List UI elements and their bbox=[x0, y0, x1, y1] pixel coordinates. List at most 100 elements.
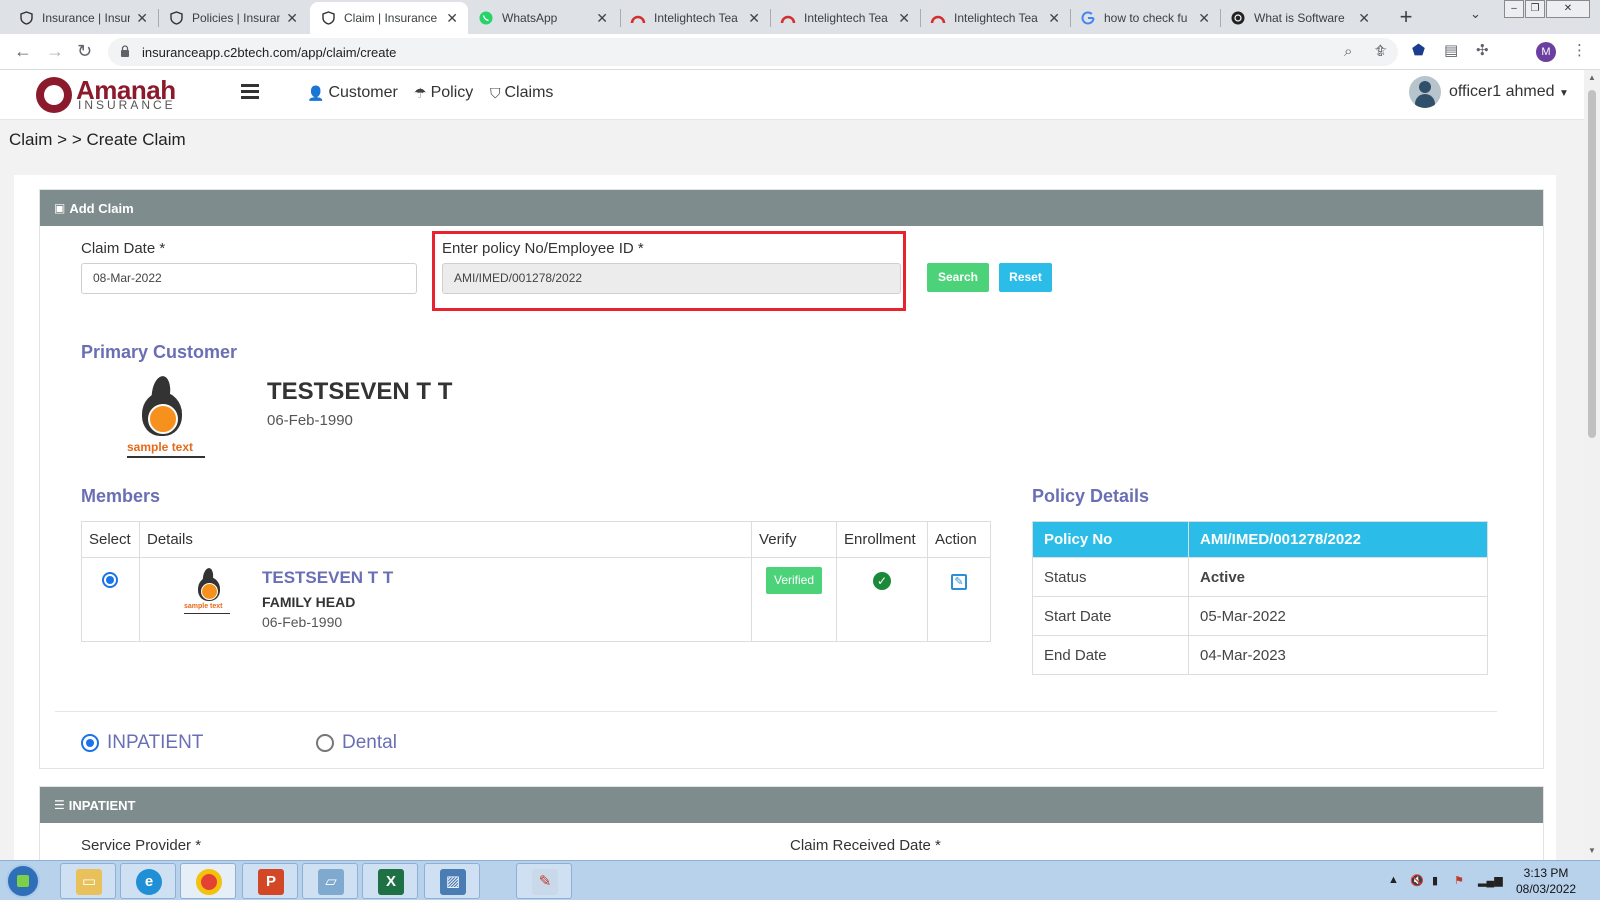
powerpoint-icon: P bbox=[258, 869, 284, 895]
taskbar-paint[interactable]: ✎ bbox=[516, 863, 572, 899]
browser-tab[interactable]: What is Software ✕ bbox=[1220, 2, 1380, 34]
menu-kebab-icon[interactable]: ⋮ bbox=[1572, 43, 1587, 59]
details-cell: sample text TESTSEVEN T T FAMILY HEAD 06… bbox=[138, 557, 753, 642]
browser-tab[interactable]: WhatsApp ✕ bbox=[468, 2, 618, 34]
scroll-down-icon[interactable]: ▼ bbox=[1588, 846, 1596, 855]
system-clock[interactable]: 3:13 PM 08/03/2022 bbox=[1516, 865, 1576, 897]
battery-icon[interactable]: ▮ bbox=[1432, 874, 1438, 887]
whatsapp-icon bbox=[478, 10, 494, 26]
member-relation: FAMILY HEAD bbox=[261, 594, 356, 610]
close-icon[interactable]: ✕ bbox=[286, 10, 298, 27]
edit-icon[interactable]: ✎ bbox=[950, 574, 967, 590]
profile-avatar[interactable]: M bbox=[1536, 42, 1556, 62]
select-cell bbox=[81, 557, 140, 642]
extensions-puzzle-icon[interactable]: ✣ bbox=[1476, 43, 1489, 59]
logo-mark bbox=[36, 77, 72, 113]
browser-tab[interactable]: Intelightech Tea ✕ bbox=[770, 2, 920, 34]
tray-expand-icon[interactable]: ▲ bbox=[1388, 874, 1399, 886]
taskbar-notes[interactable]: ▱ bbox=[302, 863, 358, 899]
web-icon bbox=[1230, 10, 1246, 26]
windows-taskbar: ▭ e P ▱ X ▨ ✎ ▲ 🔇 ▮ ⚑ ▂▄▆ 3:13 PM 08/03/… bbox=[0, 860, 1600, 900]
bookmark-star-icon[interactable]: ☆ bbox=[1374, 43, 1387, 59]
member-name[interactable]: TESTSEVEN T T bbox=[262, 568, 393, 588]
member-photo: sample text bbox=[180, 567, 236, 618]
close-window-button[interactable]: ✕ bbox=[1546, 0, 1590, 18]
customer-name: TESTSEVEN T T bbox=[267, 378, 453, 405]
reload-icon[interactable]: ↻ bbox=[77, 42, 92, 60]
extension-shield-icon[interactable]: ⬟ bbox=[1412, 43, 1425, 59]
volume-muted-icon[interactable]: 🔇 bbox=[1410, 874, 1424, 887]
col-select: Select bbox=[81, 521, 140, 558]
new-tab-button[interactable]: + bbox=[1392, 3, 1420, 31]
members-table-header: Select Details Verify Enrollment Action bbox=[81, 521, 992, 558]
claim-card: ▣ Add Claim Claim Date * 08-Mar-2022 Ent… bbox=[14, 175, 1556, 860]
browser-address-bar: ← → ↻ insuranceapp.c2btech.com/app/claim… bbox=[0, 34, 1600, 70]
amanah-logo[interactable]: Amanah INSURANCE bbox=[36, 75, 196, 115]
tab-search-icon[interactable]: ⌄ bbox=[1470, 6, 1481, 22]
start-button[interactable] bbox=[6, 864, 40, 898]
user-menu[interactable]: officer1 ahmed ▼ bbox=[1449, 83, 1569, 101]
forward-icon[interactable]: → bbox=[46, 42, 64, 60]
back-icon[interactable]: ← bbox=[14, 42, 32, 60]
network-error-icon[interactable]: ⚑ bbox=[1454, 874, 1464, 887]
close-icon[interactable]: ✕ bbox=[446, 10, 458, 27]
user-avatar[interactable] bbox=[1409, 76, 1441, 108]
member-select-radio[interactable] bbox=[102, 572, 119, 588]
claim-type-inpatient[interactable]: INPATIENT bbox=[81, 732, 203, 754]
taskbar-excel[interactable]: X bbox=[362, 863, 418, 899]
nav-customer[interactable]: 👤 Customer bbox=[307, 84, 398, 102]
scroll-up-icon[interactable]: ▲ bbox=[1588, 73, 1596, 82]
close-icon[interactable]: ✕ bbox=[1198, 10, 1210, 27]
col-details: Details bbox=[138, 521, 753, 558]
inpatient-header: ☰ INPATIENT bbox=[40, 787, 1543, 823]
signal-icon[interactable]: ▂▄▆ bbox=[1478, 874, 1503, 887]
browser-tab[interactable]: Intelightech Tea ✕ bbox=[620, 2, 770, 34]
intelightech-icon bbox=[780, 10, 796, 26]
hamburger-menu-icon[interactable] bbox=[241, 84, 259, 99]
umbrella-icon: ☂ bbox=[414, 84, 427, 101]
page-scrollbar[interactable]: ▲ ▼ bbox=[1584, 70, 1600, 860]
members-title: Members bbox=[81, 486, 161, 506]
close-icon[interactable]: ✕ bbox=[596, 10, 608, 27]
reset-button[interactable]: Reset bbox=[999, 263, 1052, 292]
close-icon[interactable]: ✕ bbox=[1358, 10, 1370, 27]
browser-tab[interactable]: how to check fu ✕ bbox=[1070, 2, 1220, 34]
close-icon[interactable]: ✕ bbox=[898, 10, 910, 27]
customer-photo: sample text bbox=[110, 374, 210, 466]
taskbar-edge[interactable]: e bbox=[120, 863, 176, 899]
page-viewport: Amanah INSURANCE 👤 Customer ☂ Policy ⛉ C… bbox=[0, 70, 1584, 860]
scroll-thumb[interactable] bbox=[1588, 90, 1596, 438]
verified-badge: Verified bbox=[766, 567, 823, 594]
inpatient-radio[interactable] bbox=[81, 734, 99, 752]
taskbar-chrome[interactable] bbox=[180, 863, 236, 899]
url-bar[interactable]: insuranceapp.c2btech.com/app/claim/creat… bbox=[108, 38, 1398, 66]
table-row: Status Active bbox=[1032, 557, 1488, 597]
taskbar-powerpoint[interactable]: P bbox=[242, 863, 298, 899]
taskbar-explorer[interactable]: ▭ bbox=[60, 863, 116, 899]
search-button[interactable]: Search bbox=[927, 263, 989, 292]
policy-table-header: Policy No AMI/IMED/001278/2022 bbox=[1032, 521, 1488, 558]
claim-date-input[interactable]: 08-Mar-2022 bbox=[81, 263, 417, 294]
browser-tab[interactable]: Intelightech Tea ✕ bbox=[920, 2, 1070, 34]
nav-policy[interactable]: ☂ Policy bbox=[414, 84, 473, 102]
close-icon[interactable]: ✕ bbox=[748, 10, 760, 27]
browser-tab[interactable]: Policies | Insuran ✕ bbox=[158, 2, 308, 34]
browser-tab[interactable]: Insurance | Insur ✕ bbox=[8, 2, 158, 34]
minimize-button[interactable]: – bbox=[1504, 0, 1524, 18]
customer-dob: 06-Feb-1990 bbox=[267, 412, 353, 429]
form-icon: ▣ bbox=[54, 201, 66, 215]
google-icon bbox=[1080, 10, 1096, 26]
zoom-icon[interactable]: ⌕ bbox=[1344, 44, 1352, 60]
taskbar-photos[interactable]: ▨ bbox=[424, 863, 480, 899]
policy-no-input[interactable]: AMI/IMED/001278/2022 bbox=[442, 263, 901, 294]
clipboard-icon[interactable]: ▤ bbox=[1444, 43, 1458, 59]
close-icon[interactable]: ✕ bbox=[1048, 10, 1060, 27]
browser-tab-active[interactable]: Claim | Insurance ✕ bbox=[310, 2, 468, 34]
check-circle-icon: ✓ bbox=[872, 572, 891, 590]
restore-button[interactable]: ❐ bbox=[1525, 0, 1545, 18]
members-table: Select Details Verify Enrollment Action bbox=[81, 521, 992, 642]
claim-type-dental[interactable]: Dental bbox=[316, 732, 397, 754]
nav-claims[interactable]: ⛉ Claims bbox=[490, 84, 553, 102]
dental-radio[interactable] bbox=[316, 734, 334, 752]
close-icon[interactable]: ✕ bbox=[136, 10, 148, 27]
